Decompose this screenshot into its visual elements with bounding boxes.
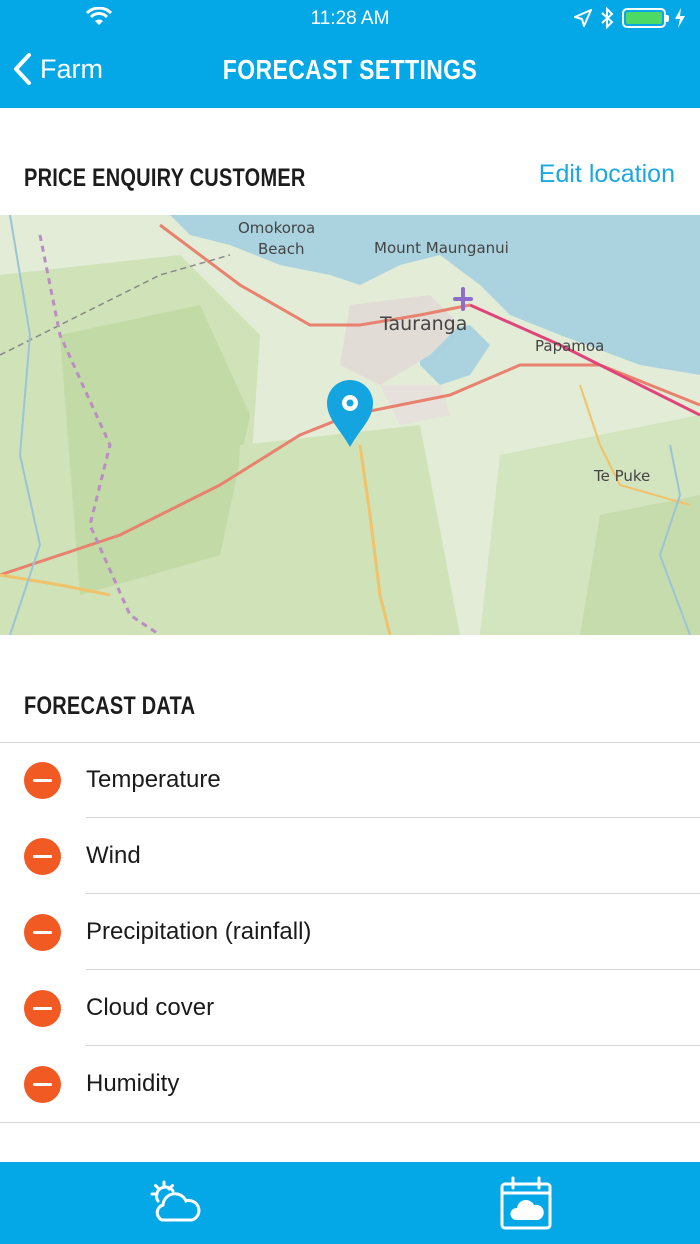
list-item-cloud-cover[interactable]: Cloud cover	[0, 970, 700, 1046]
list-item-humidity[interactable]: Humidity	[0, 1046, 700, 1122]
list-item-wind[interactable]: Wind	[0, 818, 700, 894]
location-arrow-icon	[574, 9, 592, 27]
map-label-papamoa: Papamoa	[535, 337, 604, 355]
remove-humidity-button[interactable]	[24, 1066, 61, 1103]
remove-temperature-button[interactable]	[24, 762, 61, 799]
list-item-label: Temperature	[86, 766, 221, 793]
map-label-te-puke: Te Puke	[593, 467, 650, 485]
map-canvas[interactable]: Omokoroa Beach Mount Maunganui Tauranga …	[0, 215, 700, 635]
list-item-label: Wind	[86, 842, 141, 869]
charging-bolt-icon	[675, 8, 685, 28]
map-label-mount-maunganui: Mount Maunganui	[374, 239, 509, 257]
list-item-label: Precipitation (rainfall)	[86, 918, 312, 945]
list-divider-bottom	[0, 1122, 700, 1123]
navigation-bar: Farm FORECAST SETTINGS	[0, 50, 700, 94]
tab-weather[interactable]	[146, 1176, 206, 1232]
map-label-beach: Beach	[258, 240, 304, 258]
top-bar: 11:28 AM Farm FORECAST SETTINGS	[0, 0, 700, 108]
tab-bar	[0, 1162, 700, 1244]
remove-precipitation-button[interactable]	[24, 914, 61, 951]
remove-cloud-cover-button[interactable]	[24, 990, 61, 1027]
map-label-tauranga: Tauranga	[379, 313, 467, 335]
forecast-data-list: Temperature Wind Precipitation (rainfall…	[0, 742, 700, 1122]
page-title: FORECAST SETTINGS	[222, 54, 478, 85]
list-item-temperature[interactable]: Temperature	[0, 742, 700, 818]
map-label-omokoroa: Omokoroa	[238, 219, 315, 237]
location-map[interactable]: Omokoroa Beach Mount Maunganui Tauranga …	[0, 215, 700, 635]
calendar-cloud-icon	[500, 1176, 552, 1230]
remove-wind-button[interactable]	[24, 838, 61, 875]
forecast-heading: FORECAST DATA	[24, 692, 196, 720]
list-item-label: Humidity	[86, 1070, 180, 1097]
list-item-label: Cloud cover	[86, 994, 215, 1021]
status-bar: 11:28 AM	[0, 0, 700, 36]
location-heading: PRICE ENQUIRY CUSTOMER	[24, 164, 306, 192]
edit-location-button[interactable]: Edit location	[539, 160, 675, 189]
tab-calendar[interactable]	[496, 1176, 556, 1232]
chevron-left-icon	[14, 53, 31, 85]
weather-sun-cloud-icon	[150, 1180, 201, 1222]
list-item-precipitation[interactable]: Precipitation (rainfall)	[0, 894, 700, 970]
battery-icon	[622, 8, 669, 28]
bluetooth-icon	[601, 7, 614, 29]
